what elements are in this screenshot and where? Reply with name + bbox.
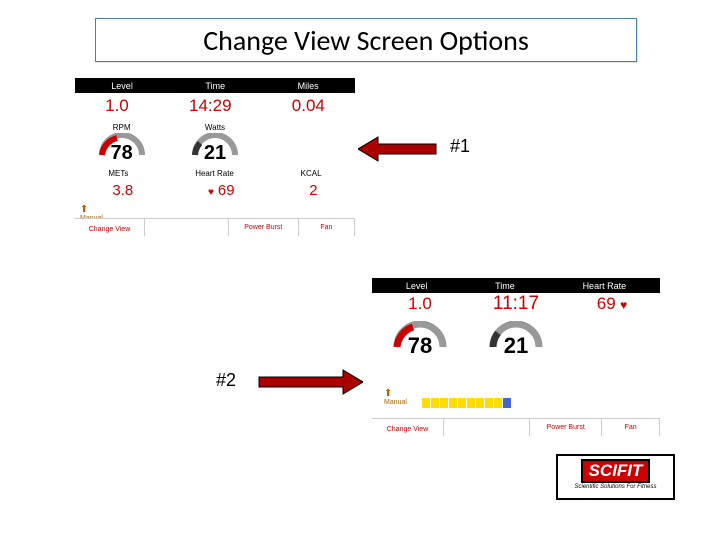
panel1-subvalues: 3.8 ♥69 2: [75, 179, 355, 201]
panel1-header: Level Time Miles: [75, 78, 355, 93]
hdr2-level: Level: [406, 281, 428, 291]
mets-label: METs: [108, 169, 128, 178]
val2-level: 1.0: [372, 294, 468, 314]
hdr2-time: Time: [495, 281, 515, 291]
rpm-value: 78: [82, 143, 162, 163]
hr-label: Heart Rate: [195, 169, 234, 178]
panel2-buttons: Change View Power Burst Fan: [372, 418, 660, 436]
label-2: #2: [216, 370, 236, 391]
change-view-button-2[interactable]: Change View: [372, 418, 444, 436]
kcal-value: 2: [309, 182, 317, 199]
arrow-1: [358, 134, 438, 164]
power-burst-button[interactable]: Power Burst: [229, 218, 299, 236]
screen-option-1: Level Time Miles 1.0 14:29 0.04 RPM 78 W…: [75, 78, 355, 236]
gauge2-1-value: 78: [380, 335, 460, 357]
watts-value: 21: [175, 143, 255, 163]
button-spacer: [145, 218, 229, 236]
val-miles: 0.04: [292, 96, 325, 116]
heart-icon: ♥: [208, 187, 214, 198]
power-burst-button-2[interactable]: Power Burst: [530, 418, 602, 436]
fan-button[interactable]: Fan: [299, 218, 355, 236]
page-title: Change View Screen Options: [203, 23, 529, 58]
screen-option-2: Level Time Heart Rate 1.0 11:17 69 ♥ 78 …: [372, 278, 660, 436]
fan-button-2[interactable]: Fan: [602, 418, 660, 436]
arrow-2: [258, 367, 363, 397]
panel1-subheader: METs Heart Rate KCAL: [75, 167, 355, 179]
panel1-gauges: RPM 78 Watts 21: [75, 119, 355, 167]
hdr-miles: Miles: [298, 81, 319, 91]
logo-tagline: Scientific Solutions For Fitness: [558, 484, 673, 490]
panel1-buttons: Change View Power Burst Fan: [75, 218, 355, 236]
hdr-time: Time: [205, 81, 225, 91]
gauge2-2-value: 21: [476, 335, 556, 357]
heart-icon: ♥: [620, 298, 627, 312]
kcal-label: KCAL: [301, 169, 322, 178]
panel2-header: Level Time Heart Rate: [372, 278, 660, 293]
val-level: 1.0: [105, 96, 129, 116]
hr-value: ♥69: [208, 182, 235, 199]
mets-value: 3.8: [112, 182, 133, 199]
logo-text: SCIFIT: [581, 459, 651, 483]
change-view-button[interactable]: Change View: [75, 218, 145, 236]
val-time: 14:29: [189, 96, 232, 116]
rpm-label: RPM: [82, 123, 162, 132]
title-box: Change View Screen Options: [95, 18, 637, 62]
progress-bar: [422, 398, 522, 408]
panel2-gauges: 78 21: [372, 315, 660, 363]
val2-time: 11:17: [468, 293, 564, 315]
val2-hr: 69 ♥: [564, 294, 660, 314]
button-spacer-2: [444, 418, 530, 436]
label-1: #1: [450, 136, 470, 157]
hdr-level: Level: [111, 81, 133, 91]
panel2-values: 1.0 11:17 69 ♥: [372, 293, 660, 315]
manual-icon-2: ⬆Manual: [384, 388, 407, 406]
panel1-values: 1.0 14:29 0.04: [75, 93, 355, 119]
scifit-logo: SCIFIT Scientific Solutions For Fitness: [556, 454, 675, 500]
watts-label: Watts: [175, 123, 255, 132]
hdr2-hr: Heart Rate: [583, 281, 627, 291]
